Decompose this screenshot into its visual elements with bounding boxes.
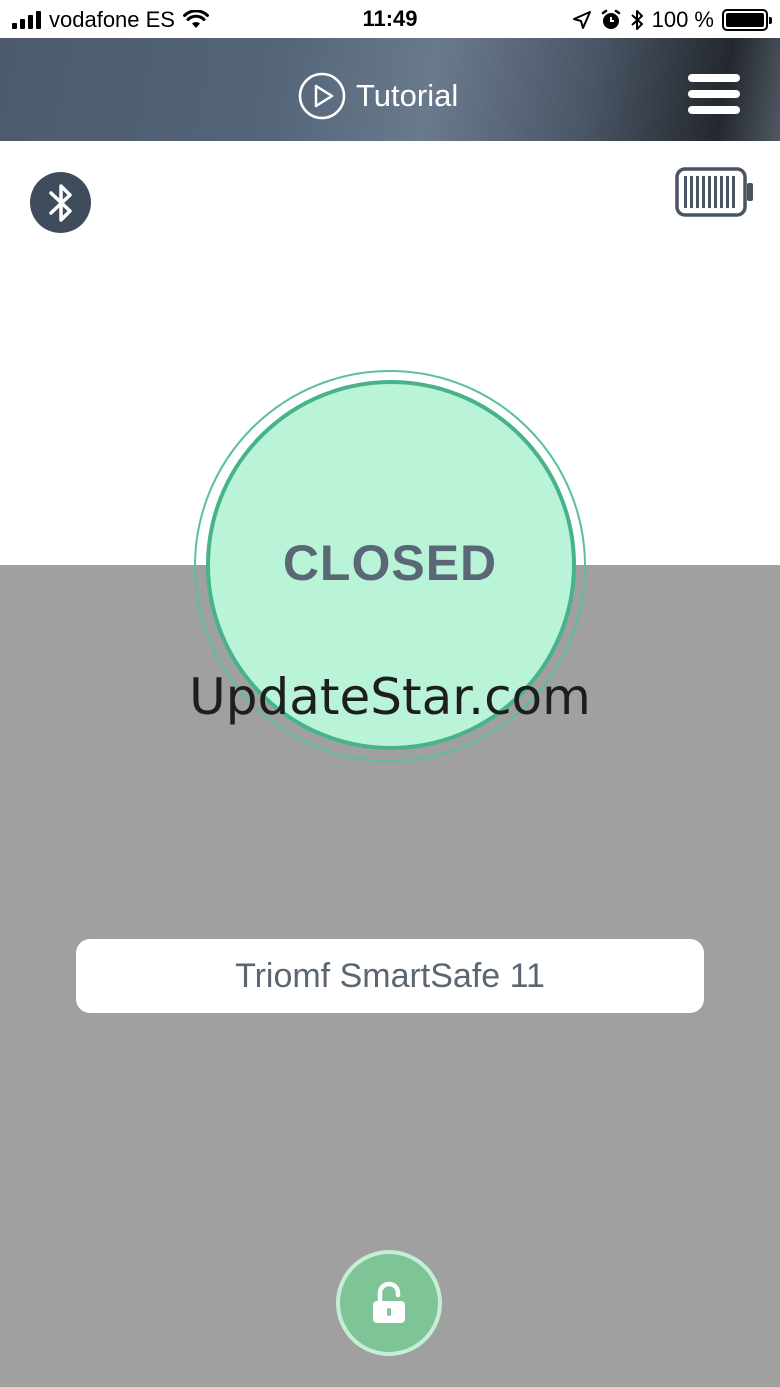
device-name-field[interactable]: Triomf SmartSafe 11 — [76, 939, 704, 1013]
unlock-icon — [373, 1281, 405, 1323]
status-bar: vodafone ES 11:49 100 % — [0, 0, 780, 38]
battery-percent: 100 % — [651, 7, 714, 32]
alarm-icon — [601, 9, 620, 29]
device-battery-icon — [675, 167, 753, 217]
tutorial-label: Tutorial — [356, 78, 459, 113]
app-header: Tutorial — [0, 38, 780, 141]
tutorial-button[interactable]: Tutorial — [298, 72, 458, 120]
location-icon — [572, 11, 591, 29]
battery-icon — [722, 9, 772, 31]
watermark-text: UpdateStar.com — [189, 668, 591, 726]
bluetooth-icon — [630, 10, 643, 30]
play-icon — [298, 72, 346, 120]
status-bar-right: 100 % — [572, 6, 772, 34]
bluetooth-icon — [48, 183, 72, 222]
hamburger-menu-icon[interactable] — [688, 74, 740, 118]
lock-status-label: CLOSED — [282, 535, 498, 591]
bluetooth-connection-icon[interactable] — [30, 172, 91, 233]
unlock-button[interactable] — [336, 1250, 442, 1356]
